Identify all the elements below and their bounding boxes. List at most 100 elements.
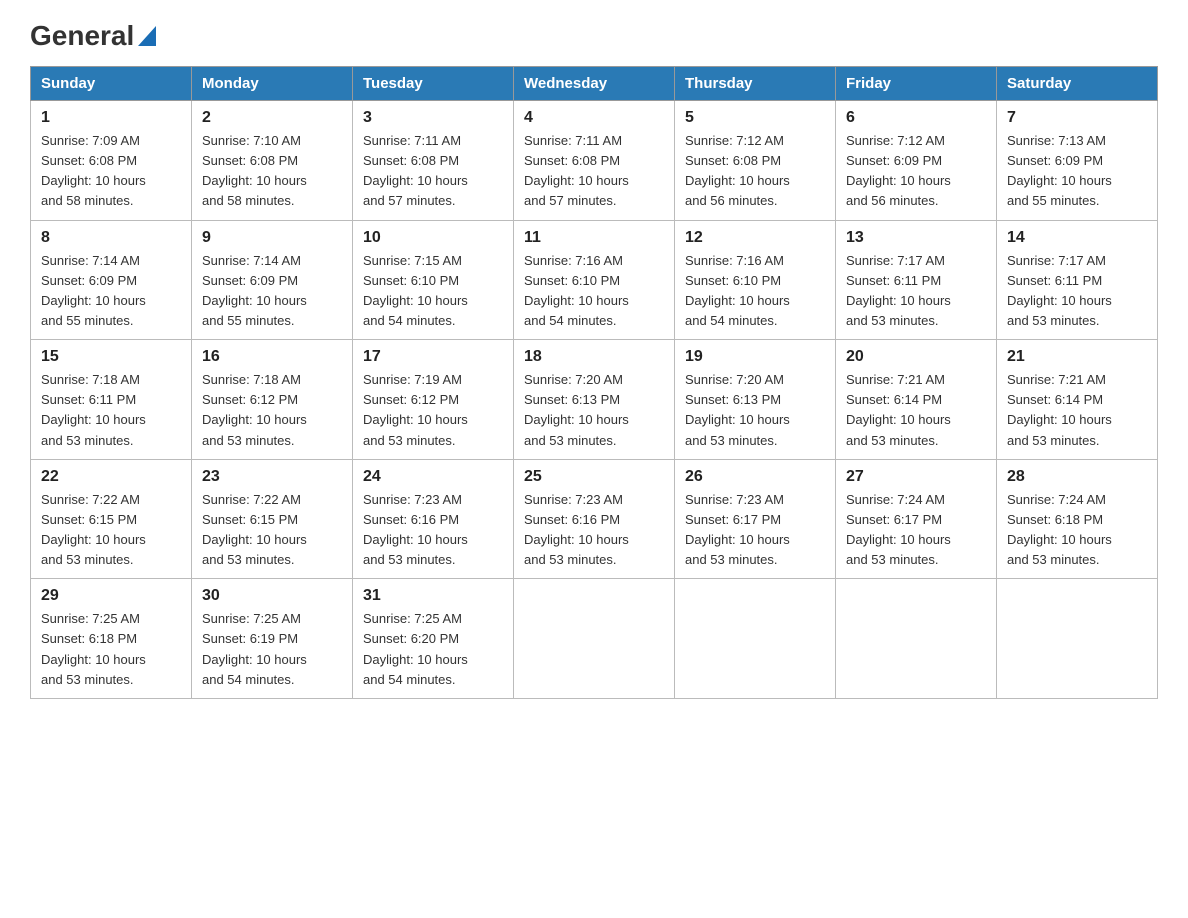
day-cell: 10 Sunrise: 7:15 AM Sunset: 6:10 PM Dayl… (353, 220, 514, 340)
day-info: Sunrise: 7:18 AM Sunset: 6:11 PM Dayligh… (41, 370, 181, 451)
day-number: 21 (1007, 348, 1147, 366)
day-cell: 24 Sunrise: 7:23 AM Sunset: 6:16 PM Dayl… (353, 459, 514, 579)
calendar-header-row: SundayMondayTuesdayWednesdayThursdayFrid… (31, 67, 1158, 101)
day-cell: 16 Sunrise: 7:18 AM Sunset: 6:12 PM Dayl… (192, 340, 353, 460)
week-row-5: 29 Sunrise: 7:25 AM Sunset: 6:18 PM Dayl… (31, 579, 1158, 699)
day-number: 15 (41, 348, 181, 366)
day-info: Sunrise: 7:21 AM Sunset: 6:14 PM Dayligh… (1007, 370, 1147, 451)
day-number: 17 (363, 348, 503, 366)
day-info: Sunrise: 7:21 AM Sunset: 6:14 PM Dayligh… (846, 370, 986, 451)
day-info: Sunrise: 7:25 AM Sunset: 6:20 PM Dayligh… (363, 609, 503, 690)
day-info: Sunrise: 7:19 AM Sunset: 6:12 PM Dayligh… (363, 370, 503, 451)
day-info: Sunrise: 7:12 AM Sunset: 6:09 PM Dayligh… (846, 131, 986, 212)
day-cell (836, 579, 997, 699)
day-cell: 1 Sunrise: 7:09 AM Sunset: 6:08 PM Dayli… (31, 101, 192, 221)
day-info: Sunrise: 7:14 AM Sunset: 6:09 PM Dayligh… (202, 251, 342, 332)
day-cell: 14 Sunrise: 7:17 AM Sunset: 6:11 PM Dayl… (997, 220, 1158, 340)
day-cell: 29 Sunrise: 7:25 AM Sunset: 6:18 PM Dayl… (31, 579, 192, 699)
day-number: 23 (202, 468, 342, 486)
day-cell: 3 Sunrise: 7:11 AM Sunset: 6:08 PM Dayli… (353, 101, 514, 221)
day-cell: 28 Sunrise: 7:24 AM Sunset: 6:18 PM Dayl… (997, 459, 1158, 579)
day-info: Sunrise: 7:14 AM Sunset: 6:09 PM Dayligh… (41, 251, 181, 332)
day-info: Sunrise: 7:16 AM Sunset: 6:10 PM Dayligh… (685, 251, 825, 332)
week-row-2: 8 Sunrise: 7:14 AM Sunset: 6:09 PM Dayli… (31, 220, 1158, 340)
day-number: 26 (685, 468, 825, 486)
day-cell: 26 Sunrise: 7:23 AM Sunset: 6:17 PM Dayl… (675, 459, 836, 579)
day-cell: 20 Sunrise: 7:21 AM Sunset: 6:14 PM Dayl… (836, 340, 997, 460)
day-cell: 23 Sunrise: 7:22 AM Sunset: 6:15 PM Dayl… (192, 459, 353, 579)
day-cell: 21 Sunrise: 7:21 AM Sunset: 6:14 PM Dayl… (997, 340, 1158, 460)
page-header: General (30, 20, 1158, 46)
day-cell: 13 Sunrise: 7:17 AM Sunset: 6:11 PM Dayl… (836, 220, 997, 340)
logo-triangle-icon (138, 26, 156, 51)
day-cell: 31 Sunrise: 7:25 AM Sunset: 6:20 PM Dayl… (353, 579, 514, 699)
day-info: Sunrise: 7:22 AM Sunset: 6:15 PM Dayligh… (41, 490, 181, 571)
logo: General (30, 20, 156, 46)
day-info: Sunrise: 7:22 AM Sunset: 6:15 PM Dayligh… (202, 490, 342, 571)
day-cell (675, 579, 836, 699)
day-info: Sunrise: 7:15 AM Sunset: 6:10 PM Dayligh… (363, 251, 503, 332)
day-info: Sunrise: 7:11 AM Sunset: 6:08 PM Dayligh… (363, 131, 503, 212)
day-cell: 22 Sunrise: 7:22 AM Sunset: 6:15 PM Dayl… (31, 459, 192, 579)
day-number: 2 (202, 109, 342, 127)
calendar-table: SundayMondayTuesdayWednesdayThursdayFrid… (30, 66, 1158, 699)
column-header-thursday: Thursday (675, 67, 836, 101)
day-number: 29 (41, 587, 181, 605)
day-cell: 9 Sunrise: 7:14 AM Sunset: 6:09 PM Dayli… (192, 220, 353, 340)
day-number: 14 (1007, 229, 1147, 247)
day-number: 6 (846, 109, 986, 127)
day-info: Sunrise: 7:25 AM Sunset: 6:19 PM Dayligh… (202, 609, 342, 690)
day-cell: 6 Sunrise: 7:12 AM Sunset: 6:09 PM Dayli… (836, 101, 997, 221)
day-cell: 19 Sunrise: 7:20 AM Sunset: 6:13 PM Dayl… (675, 340, 836, 460)
column-header-wednesday: Wednesday (514, 67, 675, 101)
day-info: Sunrise: 7:10 AM Sunset: 6:08 PM Dayligh… (202, 131, 342, 212)
day-number: 27 (846, 468, 986, 486)
column-header-friday: Friday (836, 67, 997, 101)
day-number: 9 (202, 229, 342, 247)
day-info: Sunrise: 7:17 AM Sunset: 6:11 PM Dayligh… (1007, 251, 1147, 332)
day-info: Sunrise: 7:11 AM Sunset: 6:08 PM Dayligh… (524, 131, 664, 212)
day-number: 18 (524, 348, 664, 366)
day-number: 20 (846, 348, 986, 366)
day-cell: 4 Sunrise: 7:11 AM Sunset: 6:08 PM Dayli… (514, 101, 675, 221)
day-number: 12 (685, 229, 825, 247)
day-info: Sunrise: 7:16 AM Sunset: 6:10 PM Dayligh… (524, 251, 664, 332)
day-cell (514, 579, 675, 699)
column-header-tuesday: Tuesday (353, 67, 514, 101)
day-number: 31 (363, 587, 503, 605)
day-info: Sunrise: 7:17 AM Sunset: 6:11 PM Dayligh… (846, 251, 986, 332)
week-row-1: 1 Sunrise: 7:09 AM Sunset: 6:08 PM Dayli… (31, 101, 1158, 221)
day-cell: 8 Sunrise: 7:14 AM Sunset: 6:09 PM Dayli… (31, 220, 192, 340)
day-number: 16 (202, 348, 342, 366)
day-number: 11 (524, 229, 664, 247)
day-cell (997, 579, 1158, 699)
day-cell: 25 Sunrise: 7:23 AM Sunset: 6:16 PM Dayl… (514, 459, 675, 579)
day-cell: 12 Sunrise: 7:16 AM Sunset: 6:10 PM Dayl… (675, 220, 836, 340)
day-cell: 2 Sunrise: 7:10 AM Sunset: 6:08 PM Dayli… (192, 101, 353, 221)
day-number: 28 (1007, 468, 1147, 486)
day-info: Sunrise: 7:18 AM Sunset: 6:12 PM Dayligh… (202, 370, 342, 451)
day-number: 1 (41, 109, 181, 127)
day-info: Sunrise: 7:25 AM Sunset: 6:18 PM Dayligh… (41, 609, 181, 690)
day-info: Sunrise: 7:09 AM Sunset: 6:08 PM Dayligh… (41, 131, 181, 212)
day-info: Sunrise: 7:24 AM Sunset: 6:17 PM Dayligh… (846, 490, 986, 571)
day-cell: 7 Sunrise: 7:13 AM Sunset: 6:09 PM Dayli… (997, 101, 1158, 221)
day-cell: 5 Sunrise: 7:12 AM Sunset: 6:08 PM Dayli… (675, 101, 836, 221)
day-info: Sunrise: 7:20 AM Sunset: 6:13 PM Dayligh… (685, 370, 825, 451)
logo-general-text: General (30, 20, 134, 52)
day-number: 19 (685, 348, 825, 366)
day-cell: 27 Sunrise: 7:24 AM Sunset: 6:17 PM Dayl… (836, 459, 997, 579)
day-info: Sunrise: 7:23 AM Sunset: 6:16 PM Dayligh… (524, 490, 664, 571)
day-number: 7 (1007, 109, 1147, 127)
day-number: 5 (685, 109, 825, 127)
week-row-3: 15 Sunrise: 7:18 AM Sunset: 6:11 PM Dayl… (31, 340, 1158, 460)
day-cell: 30 Sunrise: 7:25 AM Sunset: 6:19 PM Dayl… (192, 579, 353, 699)
day-number: 25 (524, 468, 664, 486)
day-cell: 15 Sunrise: 7:18 AM Sunset: 6:11 PM Dayl… (31, 340, 192, 460)
column-header-saturday: Saturday (997, 67, 1158, 101)
week-row-4: 22 Sunrise: 7:22 AM Sunset: 6:15 PM Dayl… (31, 459, 1158, 579)
day-number: 22 (41, 468, 181, 486)
day-number: 3 (363, 109, 503, 127)
column-header-sunday: Sunday (31, 67, 192, 101)
day-number: 24 (363, 468, 503, 486)
